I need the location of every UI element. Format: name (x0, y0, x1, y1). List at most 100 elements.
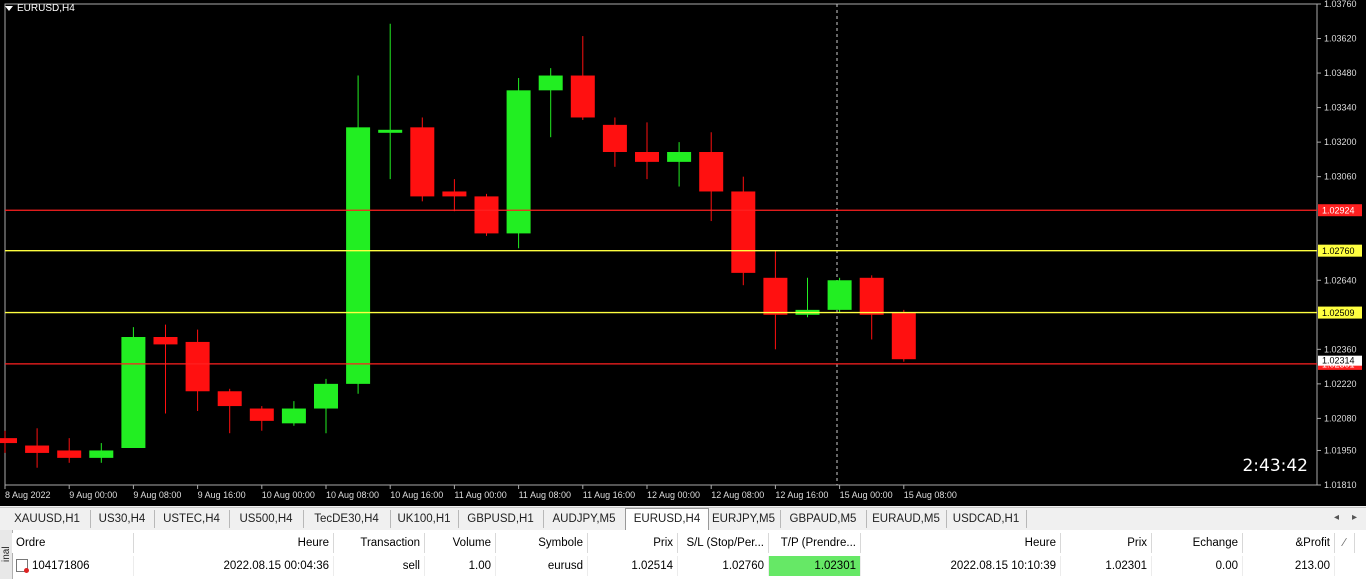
candle-bearish (570, 75, 595, 118)
candle-bullish (89, 450, 114, 458)
price-tick-label: 1.02360 (1324, 344, 1357, 354)
time-tick-label: 10 Aug 00:00 (262, 490, 315, 500)
candle-bearish (153, 337, 178, 345)
col-header-echange[interactable]: Echange (1152, 533, 1243, 553)
candle-bearish (185, 341, 210, 392)
price-level-label: 1.02924 (1322, 206, 1355, 216)
time-tick-label: 9 Aug 00:00 (69, 490, 117, 500)
chart-tab-us500-h4[interactable]: US500,H4 (229, 510, 304, 528)
candle-bullish (121, 337, 146, 448)
candle-bearish (859, 277, 884, 315)
candle-bullish (314, 383, 338, 409)
chart-tab-usdcad-h1[interactable]: USDCAD,H1 (946, 510, 1027, 528)
candle-bearish (699, 152, 724, 192)
chart-tab-us30-h4[interactable]: US30,H4 (90, 510, 155, 528)
price-tick-label: 1.01810 (1324, 480, 1357, 490)
col-header-prix-close[interactable]: Prix (1061, 533, 1152, 553)
candle-bullish (378, 129, 403, 133)
column-menu-icon[interactable]: ∕ (1335, 533, 1355, 553)
time-tick-label: 8 Aug 2022 (5, 490, 51, 500)
chart-tab-gbpaud-m5[interactable]: GBPAUD,M5 (780, 510, 867, 528)
price-tick-label: 1.03200 (1324, 137, 1357, 147)
chart-tab-uk100-h1[interactable]: UK100,H1 (390, 510, 459, 528)
price-tick-label: 1.02640 (1324, 275, 1357, 285)
candlestick-chart[interactable]: 1.03760 1.03620 1.03480 1.03340 1.03200 1.030… (0, 0, 1366, 506)
transaction-cell: sell (334, 556, 425, 576)
close-time-cell: 2022.08.15 10:10:39 (861, 556, 1061, 576)
candle-bearish (635, 152, 659, 162)
chart-tab-tecde30-h4[interactable]: TecDE30,H4 (303, 510, 391, 528)
candle-bullish (506, 90, 531, 234)
col-header-ordre[interactable]: Ordre (12, 533, 134, 553)
candle-bearish (0, 438, 17, 444)
price-tick-label: 1.03760 (1324, 0, 1357, 9)
plot-frame (4, 3, 1318, 486)
time-tick-label: 10 Aug 08:00 (326, 490, 379, 500)
candle-bearish (249, 408, 274, 421)
time-tick-label: 15 Aug 00:00 (840, 490, 893, 500)
time-tick-label: 9 Aug 16:00 (198, 490, 246, 500)
price-chart[interactable]: 1.03760 1.03620 1.03480 1.03340 1.03200 1.030… (0, 0, 1366, 506)
candle-bearish (891, 312, 916, 360)
chart-tab-eurusd-h4[interactable]: EURUSD,H4 (625, 508, 709, 530)
chart-tab-euraud-m5[interactable]: EURAUD,M5 (866, 510, 947, 528)
price-level-label: 1.02760 (1322, 246, 1355, 256)
price-level-label: 1.02509 (1322, 308, 1355, 318)
col-header-heure-close[interactable]: Heure (861, 533, 1061, 553)
candle-bullish (667, 152, 692, 162)
candle-bearish (602, 124, 627, 152)
tab-scroll-right-icon[interactable]: ▸ (1352, 512, 1357, 523)
candle-countdown-timer: 2:43:42 (1242, 456, 1308, 476)
col-header-transaction[interactable]: Transaction (334, 533, 425, 553)
candle-bearish (217, 391, 242, 407)
chart-tab-xauusd-h1[interactable]: XAUUSD,H1 (4, 510, 91, 528)
col-header-tp[interactable]: T/P (Prendre... (769, 533, 861, 553)
col-header-volume[interactable]: Volume (425, 533, 496, 553)
chart-menu-icon[interactable] (5, 6, 13, 11)
col-header-sl[interactable]: S/L (Stop/Per... (678, 533, 769, 553)
profit-cell: 213.00 (1243, 556, 1335, 576)
time-tick-label: 11 Aug 16:00 (583, 490, 635, 500)
col-header-symbole[interactable]: Symbole (496, 533, 588, 553)
chart-tabs-bar: XAUUSD,H1 US30,H4 USTEC,H4 US500,H4 TecDE30,… (0, 507, 1366, 531)
price-tick-label: 1.02220 (1324, 379, 1357, 389)
chart-tab-gbpusd-h1[interactable]: GBPUSD,H1 (458, 510, 544, 528)
time-tick-label: 9 Aug 08:00 (133, 490, 181, 500)
time-tick-label: 11 Aug 08:00 (519, 490, 571, 500)
chart-tab-audjpy-m5[interactable]: AUDJPY,M5 (543, 510, 626, 528)
candle-bearish (410, 127, 435, 197)
tab-scroll-left-icon[interactable]: ◂ (1334, 512, 1339, 523)
volume-cell: 1.00 (425, 556, 496, 576)
chart-title: EURUSD,H4 (5, 3, 75, 14)
chart-tab-ustec-h4[interactable]: USTEC,H4 (154, 510, 230, 528)
candle-bearish (474, 196, 499, 234)
close-price-cell: 1.02301 (1061, 556, 1152, 576)
order-icon (16, 559, 29, 574)
price-tick-label: 1.03340 (1324, 103, 1357, 113)
candle-bullish (281, 408, 306, 424)
open-time-cell: 2022.08.15 00:04:36 (134, 556, 334, 576)
chart-tab-eurjpy-m5[interactable]: EURJPY,M5 (707, 510, 781, 528)
price-tick-label: 1.03060 (1324, 172, 1357, 182)
price-tick-label: 1.03620 (1324, 34, 1357, 44)
candle-bullish (827, 280, 852, 310)
col-header-profit[interactable]: &Profit (1243, 533, 1335, 553)
candle-bearish (57, 450, 82, 458)
price-tick-label: 1.01950 (1324, 445, 1357, 455)
stop-loss-cell: 1.02760 (678, 556, 769, 576)
symbol-cell: eurusd (496, 556, 588, 576)
candle-bullish (346, 127, 371, 384)
time-tick-label: 12 Aug 08:00 (711, 490, 764, 500)
price-tick-label: 1.03480 (1324, 68, 1357, 78)
swap-cell: 0.00 (1152, 556, 1243, 576)
candle-bearish (763, 277, 788, 315)
candle-bullish (538, 75, 563, 91)
candle-bearish (442, 191, 467, 197)
col-header-prix[interactable]: Prix (588, 533, 678, 553)
price-tick-label: 1.02080 (1324, 413, 1357, 423)
time-tick-label: 12 Aug 00:00 (647, 490, 700, 500)
col-header-heure[interactable]: Heure (134, 533, 334, 553)
time-tick-label: 12 Aug 16:00 (775, 490, 828, 500)
time-tick-label: 11 Aug 00:00 (454, 490, 506, 500)
candle-bearish (731, 191, 756, 273)
